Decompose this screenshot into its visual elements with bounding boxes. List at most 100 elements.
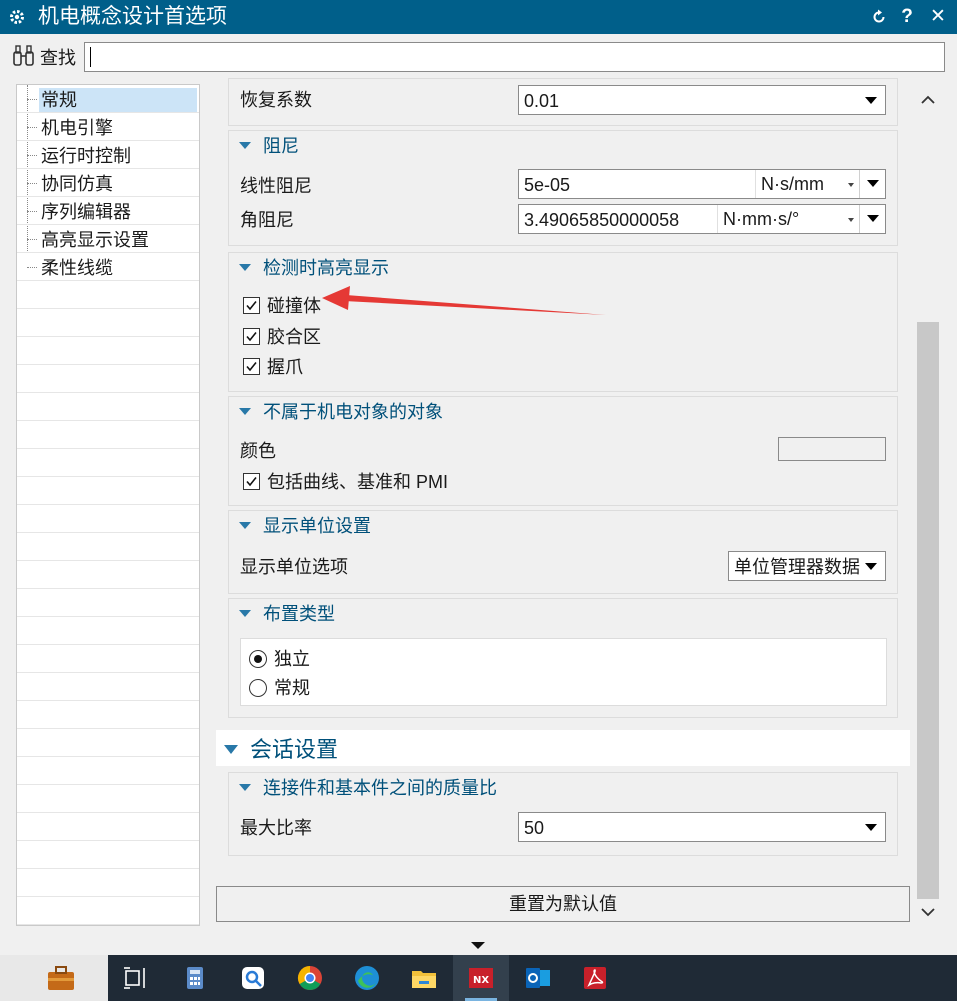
mass-ratio-title: 连接件和基本件之间的质量比 bbox=[263, 778, 497, 798]
tree-row bbox=[17, 505, 199, 533]
small-chevron-icon bbox=[848, 183, 854, 187]
tree-row bbox=[17, 281, 199, 309]
tree-row bbox=[17, 421, 199, 449]
unit-settings-header[interactable]: 显示单位设置 bbox=[239, 513, 371, 539]
small-chevron-icon bbox=[848, 218, 854, 222]
help-icon[interactable]: ? bbox=[896, 5, 918, 29]
max-ratio-dropdown[interactable]: 50 bbox=[518, 812, 886, 842]
radio-label: 常规 bbox=[274, 678, 310, 698]
acrobat-icon[interactable] bbox=[567, 955, 623, 1001]
highlight-title: 检测时高亮显示 bbox=[263, 258, 389, 278]
tree-item-label: 高亮显示设置 bbox=[41, 230, 149, 250]
tree-item-cosimulation[interactable]: 协同仿真 bbox=[17, 169, 199, 197]
mass-ratio-header[interactable]: 连接件和基本件之间的质量比 bbox=[239, 775, 497, 801]
include-curves-checkbox[interactable]: 包括曲线、基准和 PMI bbox=[243, 469, 503, 495]
chrome-icon[interactable] bbox=[282, 955, 338, 1001]
collapse-triangle-icon bbox=[239, 142, 251, 150]
tree-row bbox=[17, 533, 199, 561]
radio-circle bbox=[249, 650, 267, 668]
collapse-triangle-icon bbox=[224, 745, 238, 755]
nx-icon[interactable]: NX bbox=[453, 955, 509, 1001]
damping-title: 阻尼 bbox=[263, 136, 299, 156]
text-caret bbox=[90, 47, 91, 67]
unit-option-dropdown[interactable]: 单位管理器数据 bbox=[728, 551, 886, 581]
tree-item-label: 协同仿真 bbox=[41, 174, 113, 194]
tree-row bbox=[17, 337, 199, 365]
layout-general-radio[interactable]: 常规 bbox=[249, 675, 349, 701]
checkbox-label: 碰撞体 bbox=[267, 296, 321, 316]
annotation-arrow-icon bbox=[322, 286, 606, 315]
tree-item-flexible-cable[interactable]: 柔性线缆 bbox=[17, 253, 199, 281]
damping-group: 阻尼 线性阻尼 5e-05 N·s/mm 角阻尼 3.4906585000005… bbox=[228, 130, 898, 246]
linear-damping-input[interactable]: 5e-05 bbox=[524, 172, 754, 198]
checkbox-label: 包括曲线、基准和 PMI bbox=[267, 472, 449, 492]
angular-damping-input[interactable]: 3.49065850000058 bbox=[524, 207, 719, 233]
linear-damping-dropdown[interactable] bbox=[859, 170, 887, 198]
reset-defaults-button[interactable]: 重置为默认值 bbox=[216, 886, 910, 922]
color-swatch[interactable] bbox=[778, 437, 886, 461]
restitution-label: 恢复系数 bbox=[240, 90, 312, 110]
outlook-icon[interactable] bbox=[510, 955, 566, 1001]
task-view-icon[interactable] bbox=[108, 955, 164, 1001]
close-icon[interactable]: ✕ bbox=[927, 5, 949, 29]
reset-icon[interactable] bbox=[868, 5, 890, 29]
checkbox-label: 握爪 bbox=[267, 357, 303, 377]
glue-area-checkbox[interactable]: 胶合区 bbox=[243, 324, 363, 350]
search-input[interactable] bbox=[84, 42, 945, 72]
session-settings-header[interactable]: 会话设置 bbox=[224, 734, 338, 766]
scroll-down-icon[interactable] bbox=[920, 906, 936, 918]
highlight-header[interactable]: 检测时高亮显示 bbox=[239, 255, 389, 281]
damping-header[interactable]: 阻尼 bbox=[239, 133, 299, 159]
chevron-down-icon bbox=[865, 97, 877, 104]
snipping-icon[interactable] bbox=[225, 955, 281, 1001]
layout-type-header[interactable]: 布置类型 bbox=[239, 601, 335, 627]
tree-item-engine[interactable]: 机电引擎 bbox=[17, 113, 199, 141]
unit-label: N·s/mm bbox=[761, 174, 824, 194]
tree-row bbox=[17, 617, 199, 645]
gripper-checkbox[interactable]: 握爪 bbox=[243, 354, 363, 380]
settings-panel: 恢复系数 0.01 阻尼 线性阻尼 5e-05 N·s/mm 角阻尼 3.490… bbox=[212, 78, 914, 928]
taskbar: NX bbox=[0, 955, 957, 1001]
file-explorer-icon[interactable] bbox=[396, 955, 452, 1001]
search-row: 查找 bbox=[0, 34, 957, 78]
angular-damping-label: 角阻尼 bbox=[240, 210, 294, 230]
linear-damping-field: 5e-05 N·s/mm bbox=[518, 169, 886, 199]
restitution-dropdown[interactable]: 0.01 bbox=[518, 85, 886, 115]
angular-damping-dropdown[interactable] bbox=[859, 205, 887, 233]
layout-radio-box: 独立 常规 bbox=[240, 638, 887, 706]
highlight-group: 检测时高亮显示 碰撞体 胶合区 握爪 bbox=[228, 252, 898, 392]
calculator-icon[interactable] bbox=[167, 955, 223, 1001]
tree-item-sequence-editor[interactable]: 序列编辑器 bbox=[17, 197, 199, 225]
tree-row bbox=[17, 393, 199, 421]
linear-damping-unit[interactable]: N·s/mm bbox=[755, 170, 859, 198]
non-mechatronic-title: 不属于机电对象的对象 bbox=[263, 402, 443, 422]
tree-row bbox=[17, 869, 199, 897]
mass-ratio-group: 连接件和基本件之间的质量比 最大比率 50 bbox=[228, 772, 898, 856]
non-mechatronic-header[interactable]: 不属于机电对象的对象 bbox=[239, 399, 443, 425]
color-label: 颜色 bbox=[240, 441, 276, 461]
tree-row bbox=[17, 477, 199, 505]
tree-row bbox=[17, 813, 199, 841]
tree-item-runtime-control[interactable]: 运行时控制 bbox=[17, 141, 199, 169]
scroll-up-icon[interactable] bbox=[920, 94, 936, 106]
session-settings-title: 会话设置 bbox=[250, 737, 339, 762]
edge-icon[interactable] bbox=[339, 955, 395, 1001]
title-bar: 机电概念设计首选项 ? ✕ bbox=[0, 0, 957, 34]
vertical-scrollbar[interactable] bbox=[914, 82, 942, 928]
tree-row bbox=[17, 701, 199, 729]
tree-row bbox=[17, 561, 199, 589]
tree-row bbox=[17, 757, 199, 785]
more-options-icon[interactable] bbox=[471, 942, 485, 949]
tree-item-general[interactable]: 常规 bbox=[17, 85, 199, 113]
briefcase-icon[interactable] bbox=[0, 955, 108, 1001]
tree-item-highlight-settings[interactable]: 高亮显示设置 bbox=[17, 225, 199, 253]
unit-settings-title: 显示单位设置 bbox=[263, 516, 371, 536]
binoculars-icon bbox=[13, 45, 34, 66]
angular-damping-unit[interactable]: N·mm·s/° bbox=[717, 205, 859, 233]
scrollbar-thumb[interactable] bbox=[917, 322, 939, 899]
layout-independent-radio[interactable]: 独立 bbox=[249, 646, 349, 672]
radio-label: 独立 bbox=[274, 649, 310, 669]
chevron-down-icon bbox=[865, 563, 877, 570]
gear-icon bbox=[10, 10, 24, 24]
tree-row bbox=[17, 897, 199, 925]
